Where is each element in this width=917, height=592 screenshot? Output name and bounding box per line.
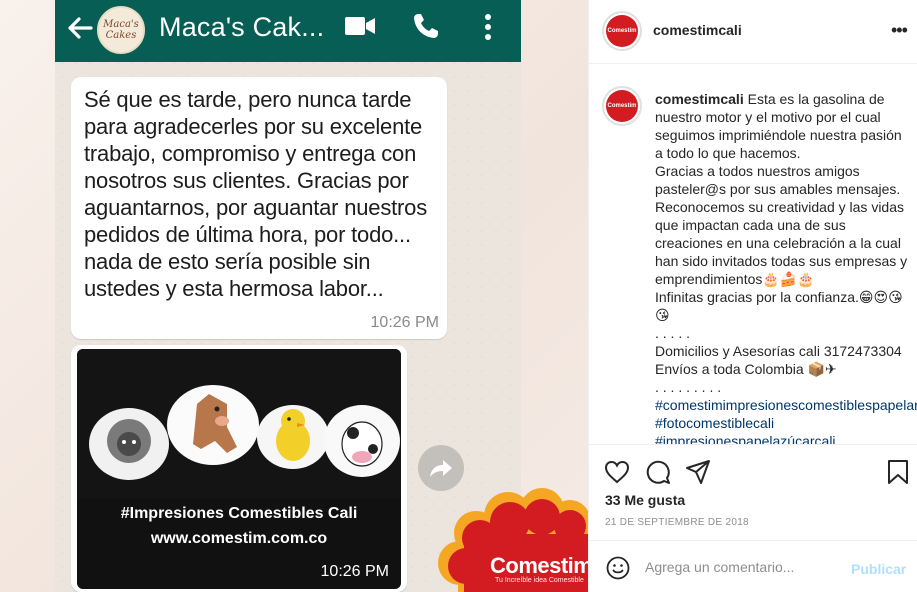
- avatar-brand-text: Comestim: [607, 103, 637, 109]
- post-image[interactable]: Maca's Cakes Maca's Cak... Sé que es tar…: [0, 0, 588, 592]
- chat-image: #Impresiones Comestibles Cali www.comest…: [77, 349, 401, 589]
- caption-avatar[interactable]: Comestim: [602, 86, 642, 126]
- caption-line-2: Gracias a todos nuestros amigos pasteler…: [655, 163, 901, 197]
- caption-line-5: . . . . .: [655, 325, 691, 341]
- phone-call-icon: [414, 14, 438, 38]
- publish-button[interactable]: Publicar: [851, 561, 906, 577]
- caption-line-7: Envíos a toda Colombia 📦✈: [655, 361, 837, 377]
- comment-bar: Publicar: [589, 540, 917, 592]
- chat-title: Maca's Cak...: [159, 12, 325, 42]
- post-actions: 33 Me gusta 21 DE SEPTIEMBRE DE 2018: [589, 444, 917, 540]
- chat-message-bubble: Sé que es tarde, pero nunca tarde para a…: [71, 77, 447, 339]
- chat-message-text: Sé que es tarde, pero nunca tarde para a…: [84, 87, 427, 301]
- comment-icon[interactable]: [645, 459, 671, 485]
- heart-icon[interactable]: [604, 459, 630, 485]
- brand-tagline: Tu Increíble idea Comestible: [495, 577, 584, 584]
- kebab-menu-icon: [485, 14, 491, 40]
- chat-avatar-logo: Maca's Cakes: [103, 19, 139, 41]
- caption-text: comestimcali Esta es la gasolina de nues…: [655, 90, 917, 444]
- likes-count[interactable]: 33 Me gusta: [605, 492, 685, 508]
- cookies-photo: [77, 349, 401, 499]
- caption-line-4: Infinitas gracias por la confianza.😁😍😘😘: [655, 289, 903, 323]
- forward-icon: [430, 460, 452, 477]
- back-arrow-icon: [68, 17, 93, 39]
- ellipsis-icon[interactable]: •••: [891, 21, 908, 39]
- caption-line-6: Domicilios y Asesorías cali 3172473304: [655, 343, 902, 359]
- forward-button: [418, 445, 464, 491]
- comment-input[interactable]: [645, 553, 845, 581]
- chat-avatar: Maca's Cakes: [97, 6, 145, 54]
- emoji-icon[interactable]: [606, 556, 630, 580]
- chat-message-time: 10:26 PM: [370, 314, 439, 331]
- post-date: 21 DE SEPTIEMBRE DE 2018: [605, 517, 749, 528]
- image-hashtag-caption: #Impresiones Comestibles Cali: [120, 505, 358, 522]
- caption-line-3: Reconocemos su creatividad y las vidas q…: [655, 199, 908, 287]
- share-icon[interactable]: [685, 459, 711, 485]
- hashtag-link[interactable]: #impresionespapelazúcarcali: [655, 432, 913, 444]
- caption-area[interactable]: Comestim comestimcali Esta es la gasolin…: [589, 64, 917, 444]
- instagram-post-panel: Comestim comestimcali ••• Comestim comes…: [588, 0, 917, 592]
- caption-username[interactable]: comestimcali: [655, 91, 744, 107]
- chat-image-bubble: #Impresiones Comestibles Cali www.comest…: [71, 345, 407, 592]
- post-header: Comestim comestimcali •••: [589, 0, 917, 64]
- video-call-icon: [345, 17, 375, 35]
- whatsapp-header: Maca's Cakes Maca's Cak...: [55, 0, 521, 62]
- image-website-url: www.comestim.com.co: [150, 530, 328, 547]
- caption-line-8: . . . . . . . . .: [655, 379, 722, 395]
- profile-avatar[interactable]: Comestim: [602, 11, 642, 51]
- avatar-brand-text: Comestim: [607, 28, 637, 34]
- brand-name: Comestim: [490, 553, 588, 578]
- image-time: 10:26 PM: [320, 563, 389, 580]
- header-username[interactable]: comestimcali: [653, 22, 742, 38]
- hashtag-link[interactable]: #comestimimpresionescomestiblespapelarro…: [655, 396, 917, 414]
- bookmark-icon[interactable]: [885, 459, 911, 485]
- hashtag-link[interactable]: #fotocomestiblecali: [655, 414, 913, 432]
